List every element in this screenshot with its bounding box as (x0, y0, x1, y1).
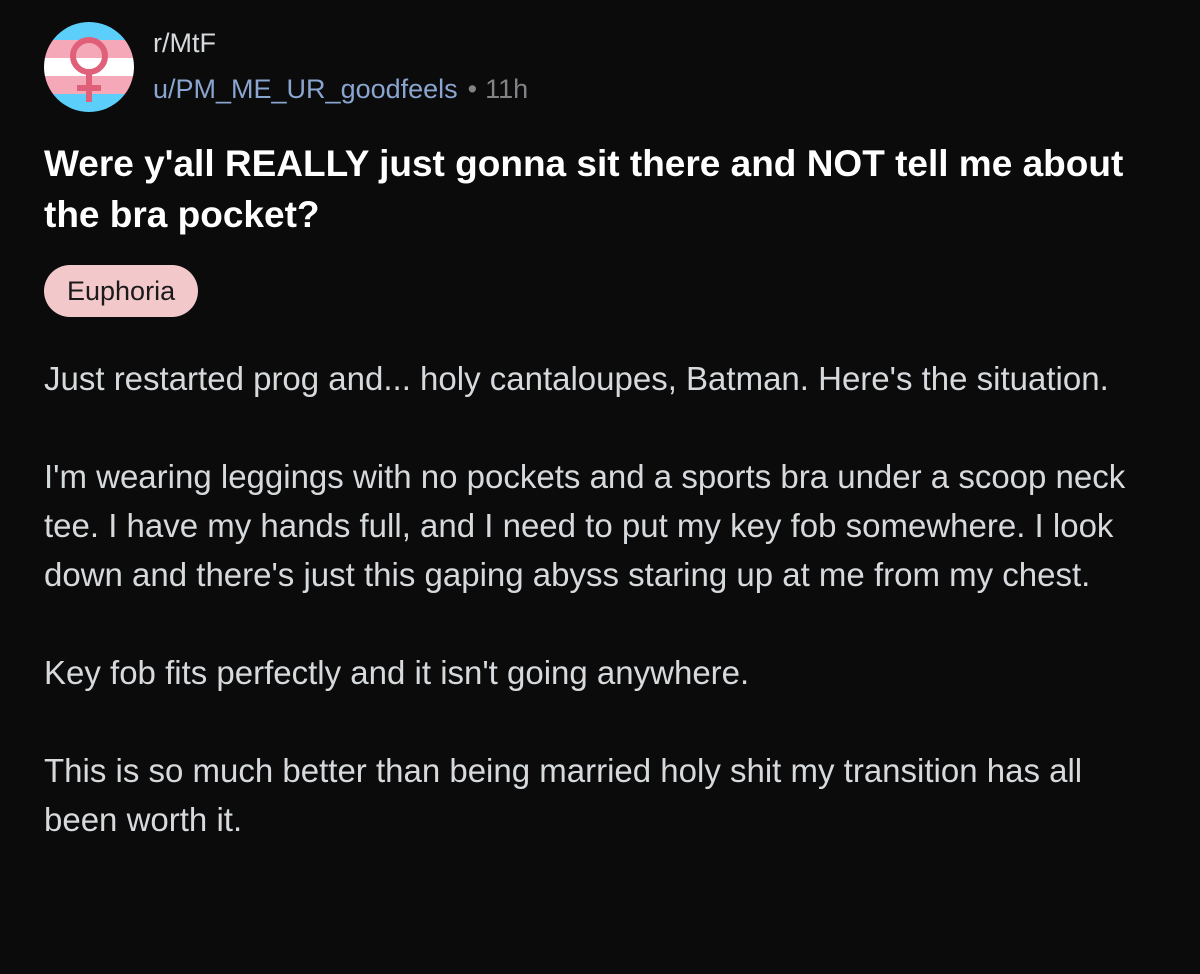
author-link[interactable]: u/PM_ME_UR_goodfeels (153, 74, 458, 104)
meta-separator: • (467, 74, 478, 104)
post-age: 11h (485, 74, 529, 104)
post-header: r/MtF u/PM_ME_UR_goodfeels • 11h (44, 22, 944, 112)
subreddit-avatar[interactable] (44, 22, 134, 112)
body-paragraph: Just restarted prog and... holy cantalou… (44, 360, 1109, 397)
subreddit-name[interactable]: r/MtF (153, 28, 216, 59)
post-meta: u/PM_ME_UR_goodfeels • 11h (153, 74, 528, 105)
body-paragraph: This is so much better than being marrie… (44, 752, 1083, 838)
body-paragraph: Key fob fits perfectly and it isn't goin… (44, 654, 750, 691)
post-flair[interactable]: Euphoria (44, 265, 199, 317)
post-title[interactable]: Were y'all REALLY just gonna sit there a… (44, 138, 1154, 240)
post-body: Just restarted prog and... holy cantalou… (44, 354, 1159, 893)
body-paragraph: I'm wearing leggings with no pockets and… (44, 458, 1126, 593)
venus-symbol-icon (44, 22, 134, 112)
